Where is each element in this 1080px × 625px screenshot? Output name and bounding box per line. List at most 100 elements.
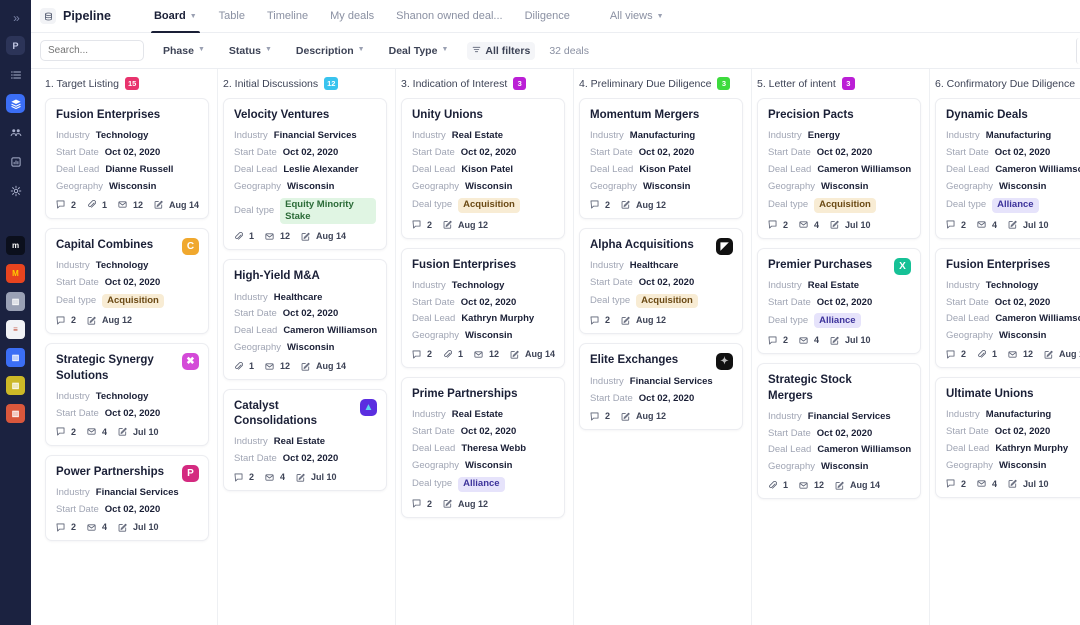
mail-meta[interactable]: 4 <box>799 335 819 345</box>
edit-meta[interactable]: Aug 12 <box>443 220 488 230</box>
right-panel-handle[interactable] <box>1076 38 1080 64</box>
deal-card[interactable]: Capital CombinesCIndustryTechnologyStart… <box>45 228 209 335</box>
comment-meta[interactable]: 2 <box>412 499 432 509</box>
edit-meta[interactable]: Aug 14 <box>1044 349 1080 359</box>
deal-card[interactable]: Premier PurchasesXIndustryReal EstateSta… <box>757 248 921 355</box>
search-input[interactable] <box>40 40 144 61</box>
chevron-down-icon[interactable]: ▼ <box>441 46 448 53</box>
chevron-down-icon[interactable]: ▼ <box>657 13 664 20</box>
comment-meta[interactable]: 2 <box>234 472 254 482</box>
tab-timeline[interactable]: Timeline <box>256 0 319 33</box>
deal-card[interactable]: Fusion EnterprisesIndustryTechnologyStar… <box>401 248 565 369</box>
workspace-avatar[interactable]: P <box>6 36 25 55</box>
deal-card[interactable]: Fusion EnterprisesIndustryTechnologyStar… <box>935 248 1080 369</box>
mail-meta[interactable]: 12 <box>265 231 290 241</box>
app-tile-white-doc[interactable]: ≡ <box>6 320 25 339</box>
paperclip-meta[interactable]: 1 <box>768 480 788 490</box>
chevron-down-icon[interactable]: ▼ <box>198 46 205 53</box>
mail-meta[interactable]: 12 <box>1008 349 1033 359</box>
chevron-down-icon[interactable]: ▼ <box>358 46 365 53</box>
deal-card[interactable]: Fusion EnterprisesIndustryTechnologyStar… <box>45 98 209 219</box>
mail-meta[interactable]: 4 <box>87 522 107 532</box>
edit-meta[interactable]: Jul 10 <box>118 427 159 437</box>
comment-meta[interactable]: 2 <box>590 200 610 210</box>
mail-meta[interactable]: 4 <box>799 220 819 230</box>
tab-board[interactable]: Board▼ <box>143 0 208 33</box>
comment-meta[interactable]: 2 <box>946 220 966 230</box>
comment-meta[interactable]: 2 <box>412 349 432 359</box>
edit-meta[interactable]: Aug 14 <box>835 480 880 490</box>
paperclip-meta[interactable]: 1 <box>234 361 254 371</box>
mail-meta[interactable]: 12 <box>474 349 499 359</box>
deal-card[interactable]: Power PartnershipsPIndustryFinancial Ser… <box>45 455 209 542</box>
edit-meta[interactable]: Jul 10 <box>118 522 159 532</box>
column-header[interactable]: 1. Target Listing15 <box>40 69 217 98</box>
filter-all-filters[interactable]: All filters <box>467 42 535 60</box>
deal-card[interactable]: Dynamic DealsIndustryManufacturingStart … <box>935 98 1080 239</box>
filter-description[interactable]: Description▼ <box>291 42 370 60</box>
edit-meta[interactable]: Aug 14 <box>154 200 199 210</box>
app-tile-medium[interactable]: m <box>6 236 25 255</box>
mail-meta[interactable]: 4 <box>977 220 997 230</box>
edit-meta[interactable]: Aug 14 <box>510 349 555 359</box>
comment-meta[interactable]: 2 <box>56 200 76 210</box>
chevron-double-right-icon[interactable]: » <box>13 12 18 24</box>
comment-meta[interactable]: 2 <box>412 220 432 230</box>
comment-meta[interactable]: 2 <box>946 479 966 489</box>
edit-meta[interactable]: Jul 10 <box>1008 479 1049 489</box>
edit-meta[interactable]: Jul 10 <box>296 472 337 482</box>
deal-card[interactable]: Strategic Stock MergersIndustryFinancial… <box>757 363 921 499</box>
comment-meta[interactable]: 2 <box>768 335 788 345</box>
app-tile-mcdonalds[interactable]: M <box>6 264 25 283</box>
mail-meta[interactable]: 4 <box>87 427 107 437</box>
edit-meta[interactable]: Aug 12 <box>621 411 666 421</box>
app-tile-blue-doc[interactable]: ▥ <box>6 348 25 367</box>
deal-card[interactable]: Catalyst Consolidations▲IndustryReal Est… <box>223 389 387 491</box>
column-header[interactable]: 4. Preliminary Due Diligence3 <box>574 69 751 98</box>
mail-meta[interactable]: 12 <box>265 361 290 371</box>
deal-card[interactable]: Ultimate UnionsIndustryManufacturingStar… <box>935 377 1080 498</box>
paperclip-meta[interactable]: 1 <box>443 349 463 359</box>
settings-gear-icon[interactable] <box>6 181 25 200</box>
column-header[interactable]: 3. Indication of Interest3 <box>396 69 573 98</box>
deal-card[interactable]: Velocity VenturesIndustryFinancial Servi… <box>223 98 387 250</box>
app-tile-yellow-doc[interactable]: ▥ <box>6 376 25 395</box>
mail-meta[interactable]: 4 <box>977 479 997 489</box>
chevron-down-icon[interactable]: ▼ <box>265 46 272 53</box>
tab-shanon-owned-deal[interactable]: Shanon owned deal... <box>385 0 513 33</box>
filter-phase[interactable]: Phase▼ <box>158 42 210 60</box>
deal-card[interactable]: High-Yield M&AIndustryHealthcareStart Da… <box>223 259 387 380</box>
app-tile-gray-doc[interactable]: ▥ <box>6 292 25 311</box>
deal-card[interactable]: Prime PartnershipsIndustryReal EstateSta… <box>401 377 565 518</box>
list-icon[interactable] <box>6 65 25 84</box>
edit-meta[interactable]: Aug 12 <box>87 315 132 325</box>
all-views-dropdown[interactable]: All views▼ <box>599 0 675 33</box>
comment-meta[interactable]: 2 <box>56 522 76 532</box>
mail-meta[interactable]: 4 <box>265 472 285 482</box>
mail-meta[interactable]: 12 <box>799 480 824 490</box>
edit-meta[interactable]: Aug 14 <box>301 361 346 371</box>
comment-meta[interactable]: 2 <box>590 411 610 421</box>
people-icon[interactable] <box>6 123 25 142</box>
layers-icon[interactable] <box>6 94 25 113</box>
tab-my-deals[interactable]: My deals <box>319 0 385 33</box>
comment-meta[interactable]: 2 <box>56 315 76 325</box>
comment-meta[interactable]: 2 <box>946 349 966 359</box>
column-header[interactable]: 2. Initial Discussions12 <box>218 69 395 98</box>
deal-card[interactable]: Precision PactsIndustryEnergyStart DateO… <box>757 98 921 239</box>
deal-card[interactable]: Strategic Synergy Solutions✖IndustryTech… <box>45 343 209 445</box>
chevron-down-icon[interactable]: ▼ <box>190 13 197 20</box>
filter-deal-type[interactable]: Deal Type▼ <box>384 42 454 60</box>
paperclip-meta[interactable]: 1 <box>87 200 107 210</box>
edit-meta[interactable]: Jul 10 <box>830 335 871 345</box>
filter-status[interactable]: Status▼ <box>224 42 277 60</box>
column-header[interactable]: 5. Letter of intent3 <box>752 69 929 98</box>
app-tile-red-doc[interactable]: ▥ <box>6 404 25 423</box>
comment-meta[interactable]: 2 <box>590 315 610 325</box>
comment-meta[interactable]: 2 <box>768 220 788 230</box>
edit-meta[interactable]: Aug 12 <box>621 315 666 325</box>
edit-meta[interactable]: Jul 10 <box>830 220 871 230</box>
deal-card[interactable]: Unity UnionsIndustryReal EstateStart Dat… <box>401 98 565 239</box>
edit-meta[interactable]: Aug 12 <box>621 200 666 210</box>
edit-meta[interactable]: Jul 10 <box>1008 220 1049 230</box>
